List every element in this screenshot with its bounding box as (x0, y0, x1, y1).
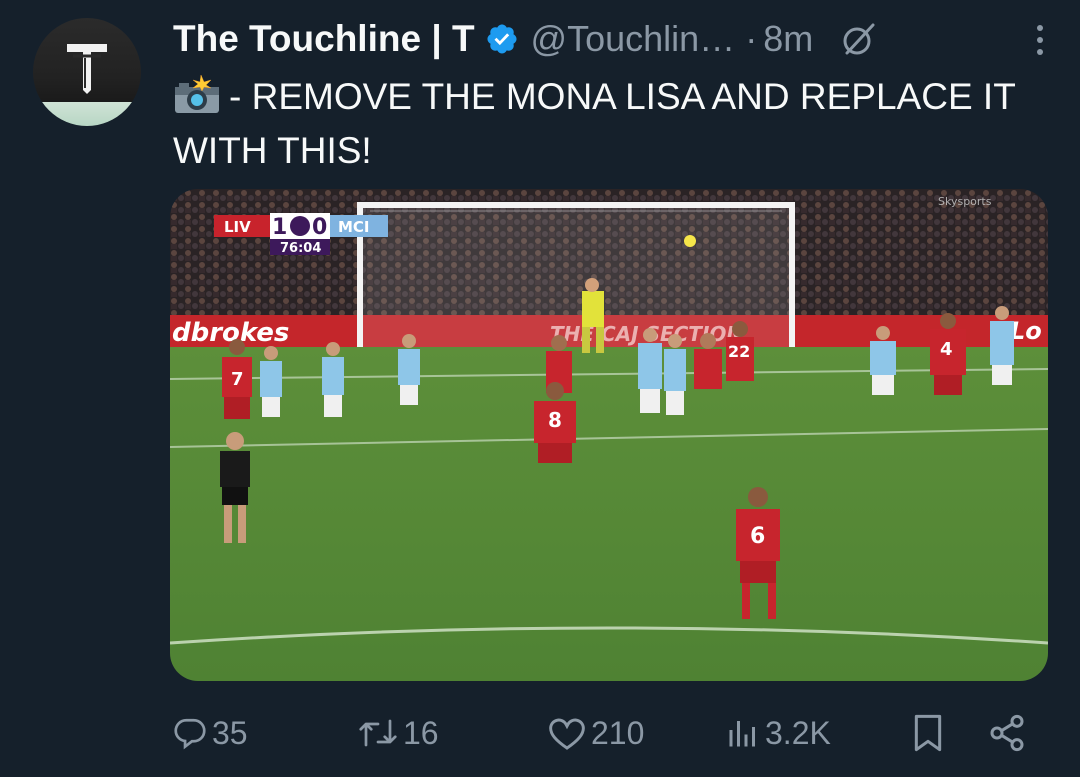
svg-text:22: 22 (728, 342, 750, 361)
svg-text:8: 8 (548, 408, 562, 432)
share-icon (990, 714, 1024, 752)
reply-button[interactable]: 35 (172, 705, 248, 761)
verified-badge-icon (487, 24, 517, 54)
home-score: 1 (272, 215, 287, 240)
broadcaster-watermark: Skysports (938, 195, 992, 208)
repost-button[interactable]: 16 (357, 705, 439, 761)
away-team: MCI (338, 218, 370, 236)
views-button[interactable]: 3.2K (725, 705, 831, 761)
svg-text:6: 6 (750, 524, 765, 549)
like-count: 210 (591, 714, 645, 751)
user-handle[interactable]: @Touchlin… (531, 18, 736, 60)
svg-text:7: 7 (231, 369, 244, 390)
heart-icon (549, 718, 585, 750)
camera-flash-emoji (175, 75, 219, 113)
tweet-body: - REMOVE THE MONA LISA AND REPLACE IT WI… (173, 76, 1016, 171)
tweet-actions: 35 16 210 3.2K (172, 705, 1032, 761)
share-button[interactable] (987, 705, 1027, 761)
reply-count: 35 (212, 714, 248, 751)
more-icon[interactable] (1030, 20, 1050, 60)
view-count: 3.2K (765, 714, 831, 751)
home-team: LIV (224, 218, 251, 236)
repost-icon (359, 719, 397, 747)
display-name[interactable]: The Touchline | T (173, 18, 475, 60)
tweet-media[interactable]: dbrokes Lo THE CAJ SECTION 7 8 6 4 22 Sk… (170, 189, 1048, 681)
reply-icon (174, 718, 206, 750)
tweet-header: The Touchline | T @Touchlin… · 8m (173, 14, 1050, 64)
bookmark-button[interactable] (912, 705, 944, 761)
away-score: 0 (312, 215, 327, 240)
ad-board-text-right: Lo (1010, 317, 1042, 345)
separator-dot: · (745, 18, 758, 59)
repost-count: 16 (403, 714, 439, 751)
views-icon (729, 721, 755, 747)
svg-text:4: 4 (940, 339, 953, 360)
avatar[interactable] (33, 18, 141, 126)
tweet-text: - REMOVE THE MONA LISA AND REPLACE IT WI… (173, 70, 1053, 178)
match-photo: dbrokes Lo THE CAJ SECTION 7 8 6 4 22 Sk… (170, 189, 1048, 681)
match-clock: 76:04 (280, 241, 321, 256)
grok-icon[interactable] (839, 19, 879, 59)
bookmark-icon (914, 714, 942, 752)
timestamp[interactable]: 8m (763, 18, 813, 60)
touchline-logo (67, 44, 107, 94)
like-button[interactable]: 210 (547, 705, 644, 761)
